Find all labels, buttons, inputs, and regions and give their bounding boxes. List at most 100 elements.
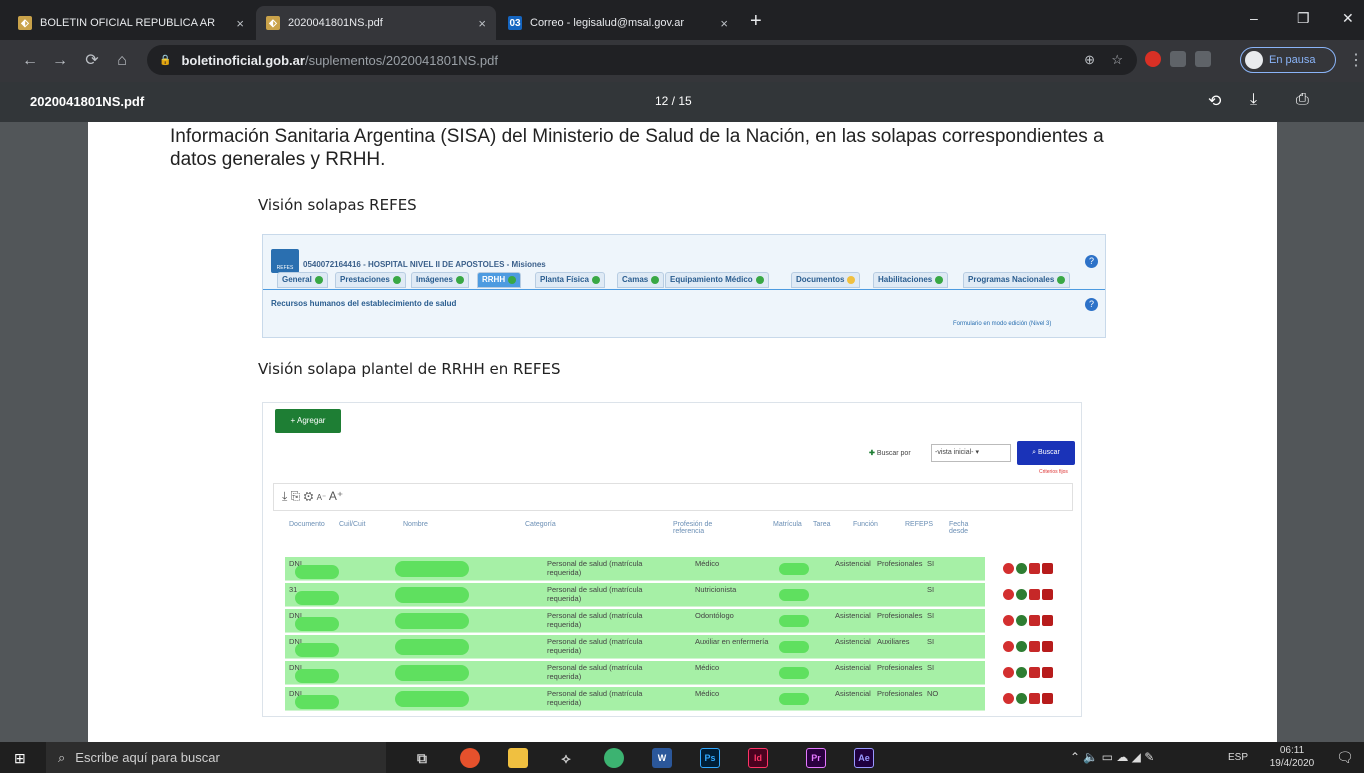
rotate-icon[interactable]: ⟲: [1208, 91, 1221, 111]
delete-icon[interactable]: [1003, 563, 1014, 574]
task-view-icon[interactable]: ⧉: [412, 748, 432, 768]
view-icon[interactable]: [1016, 641, 1027, 652]
tab-programas[interactable]: Programas Nacionales: [963, 272, 1071, 288]
close-tab-icon[interactable]: ×: [236, 16, 244, 31]
column-header[interactable]: Matrícula: [773, 521, 802, 528]
close-window-button[interactable]: ✕: [1342, 10, 1354, 27]
flag-icon[interactable]: [1042, 563, 1053, 574]
font-increase-icon[interactable]: A⁺: [329, 489, 343, 503]
adblock-extension-icon[interactable]: [1145, 51, 1161, 67]
flag-icon[interactable]: [1042, 589, 1053, 600]
address-bar[interactable]: 🔒 boletinoficial.gob.ar/suplementos/2020…: [147, 45, 1137, 75]
word-icon[interactable]: W: [652, 748, 672, 768]
language-indicator[interactable]: ESP: [1228, 752, 1248, 763]
new-tab-button[interactable]: +: [750, 10, 762, 33]
maximize-button[interactable]: ❐: [1297, 10, 1310, 27]
file-explorer-icon[interactable]: [508, 748, 528, 768]
flag-icon[interactable]: [1042, 667, 1053, 678]
menu-dots-icon[interactable]: ⋮: [1348, 50, 1364, 70]
view-icon[interactable]: [1016, 589, 1027, 600]
pdf-export-icon[interactable]: ⎘: [291, 489, 301, 503]
table-row[interactable]: DNINULPersonal de salud (matrícula reque…: [285, 661, 1053, 685]
table-row[interactable]: DNIAGOPersonal de salud (matrícula reque…: [285, 557, 1053, 581]
flag-icon[interactable]: [1042, 641, 1053, 652]
home-icon[interactable]: ⌂: [110, 49, 134, 73]
print-icon[interactable]: ⎙: [1296, 91, 1309, 109]
view-icon[interactable]: [1016, 563, 1027, 574]
profile-paused-button[interactable]: En pausa: [1240, 47, 1336, 73]
browser-tab[interactable]: 03 Correo - legisalud@msal.gov.ar ×: [498, 6, 738, 40]
view-icon[interactable]: [1016, 693, 1027, 704]
table-row[interactable]: DNINAPersonal de salud (matrícula requer…: [285, 635, 1053, 659]
settings-icon[interactable]: ⚙: [304, 489, 314, 503]
reload-icon[interactable]: ⟳: [80, 49, 104, 73]
column-header[interactable]: Fecha desde: [949, 521, 979, 535]
after-effects-icon[interactable]: Ae: [854, 748, 874, 768]
extension-icon[interactable]: [1170, 51, 1186, 67]
tab-habilitaciones[interactable]: Habilitaciones: [873, 272, 949, 288]
edit-icon[interactable]: [1029, 641, 1040, 652]
bookmark-star-icon[interactable]: ☆: [1111, 52, 1123, 68]
download-icon[interactable]: ⤓: [1250, 91, 1257, 109]
delete-icon[interactable]: [1003, 693, 1014, 704]
browser-tab[interactable]: ⬖ BOLETIN OFICIAL REPUBLICA AR ×: [8, 6, 254, 40]
tab-rrhh[interactable]: RRHH: [477, 272, 522, 288]
delete-icon[interactable]: [1003, 589, 1014, 600]
premiere-icon[interactable]: Pr: [806, 748, 826, 768]
chrome-icon[interactable]: [460, 748, 480, 768]
edit-mode-link[interactable]: Formulario en modo edición (Nivel 3): [953, 321, 1051, 327]
column-header[interactable]: Documento: [289, 521, 325, 528]
download-icon[interactable]: ⤓: [282, 489, 287, 503]
photoshop-icon[interactable]: Ps: [700, 748, 720, 768]
delete-icon[interactable]: [1003, 667, 1014, 678]
tab-equipamiento[interactable]: Equipamiento Médico: [665, 272, 769, 288]
app-icon[interactable]: ⟡: [556, 748, 576, 768]
flag-icon[interactable]: [1042, 693, 1053, 704]
close-tab-icon[interactable]: ×: [720, 16, 728, 31]
browser-tab-active[interactable]: ⬖ 2020041801NS.pdf ×: [256, 6, 496, 40]
column-header[interactable]: REFEPS: [905, 521, 933, 528]
edit-icon[interactable]: [1029, 589, 1040, 600]
edit-icon[interactable]: [1029, 693, 1040, 704]
font-decrease-icon[interactable]: A⁻: [317, 493, 327, 502]
tab-general[interactable]: General: [277, 272, 328, 288]
help-icon[interactable]: ?: [1085, 255, 1098, 268]
flag-icon[interactable]: [1042, 615, 1053, 626]
criteria-link[interactable]: Criterios fijos: [1039, 469, 1068, 475]
view-icon[interactable]: [1016, 667, 1027, 678]
help-icon[interactable]: ?: [1085, 298, 1098, 311]
column-header[interactable]: Nombre: [403, 521, 428, 528]
windows-start-icon[interactable]: ⊞: [14, 750, 26, 767]
column-header[interactable]: Categoría: [525, 521, 556, 528]
column-header[interactable]: Tarea: [813, 521, 831, 528]
tab-planta-fisica[interactable]: Planta Física: [535, 272, 605, 288]
forward-icon[interactable]: →: [48, 49, 72, 73]
minimize-button[interactable]: –: [1250, 10, 1258, 26]
zoom-icon[interactable]: ⊕: [1084, 52, 1095, 68]
tab-camas[interactable]: Camas: [617, 272, 665, 288]
tab-imagenes[interactable]: Imágenes: [411, 272, 469, 288]
add-button[interactable]: + Agregar: [275, 409, 341, 433]
search-button[interactable]: ⌕ Buscar: [1017, 441, 1075, 465]
column-header[interactable]: Función: [853, 521, 878, 528]
notifications-icon[interactable]: 🗨: [1336, 749, 1354, 766]
clock[interactable]: 06:11 19/4/2020: [1264, 744, 1320, 770]
taskbar-search[interactable]: ⌕ Escribe aquí para buscar: [46, 742, 386, 773]
tab-prestaciones[interactable]: Prestaciones: [335, 272, 406, 288]
close-tab-icon[interactable]: ×: [478, 16, 486, 31]
view-icon[interactable]: [1016, 615, 1027, 626]
table-row[interactable]: DNIOLGAPersonal de salud (matrícula requ…: [285, 609, 1053, 633]
back-icon[interactable]: ←: [18, 49, 42, 73]
app-icon[interactable]: [604, 748, 624, 768]
indesign-icon[interactable]: Id: [748, 748, 768, 768]
table-row[interactable]: 31CILIAPersonal de salud (matrícula requ…: [285, 583, 1053, 607]
edit-icon[interactable]: [1029, 667, 1040, 678]
table-row[interactable]: DNISPersonal de salud (matrícula requeri…: [285, 687, 1053, 711]
column-header[interactable]: Profesión de referencia: [673, 521, 733, 535]
extension-icon[interactable]: [1195, 51, 1211, 67]
search-select[interactable]: -vista inicial- ▾: [931, 444, 1011, 462]
column-header[interactable]: Cuil/Cuit: [339, 521, 365, 528]
delete-icon[interactable]: [1003, 615, 1014, 626]
delete-icon[interactable]: [1003, 641, 1014, 652]
tab-documentos[interactable]: Documentos: [791, 272, 861, 288]
